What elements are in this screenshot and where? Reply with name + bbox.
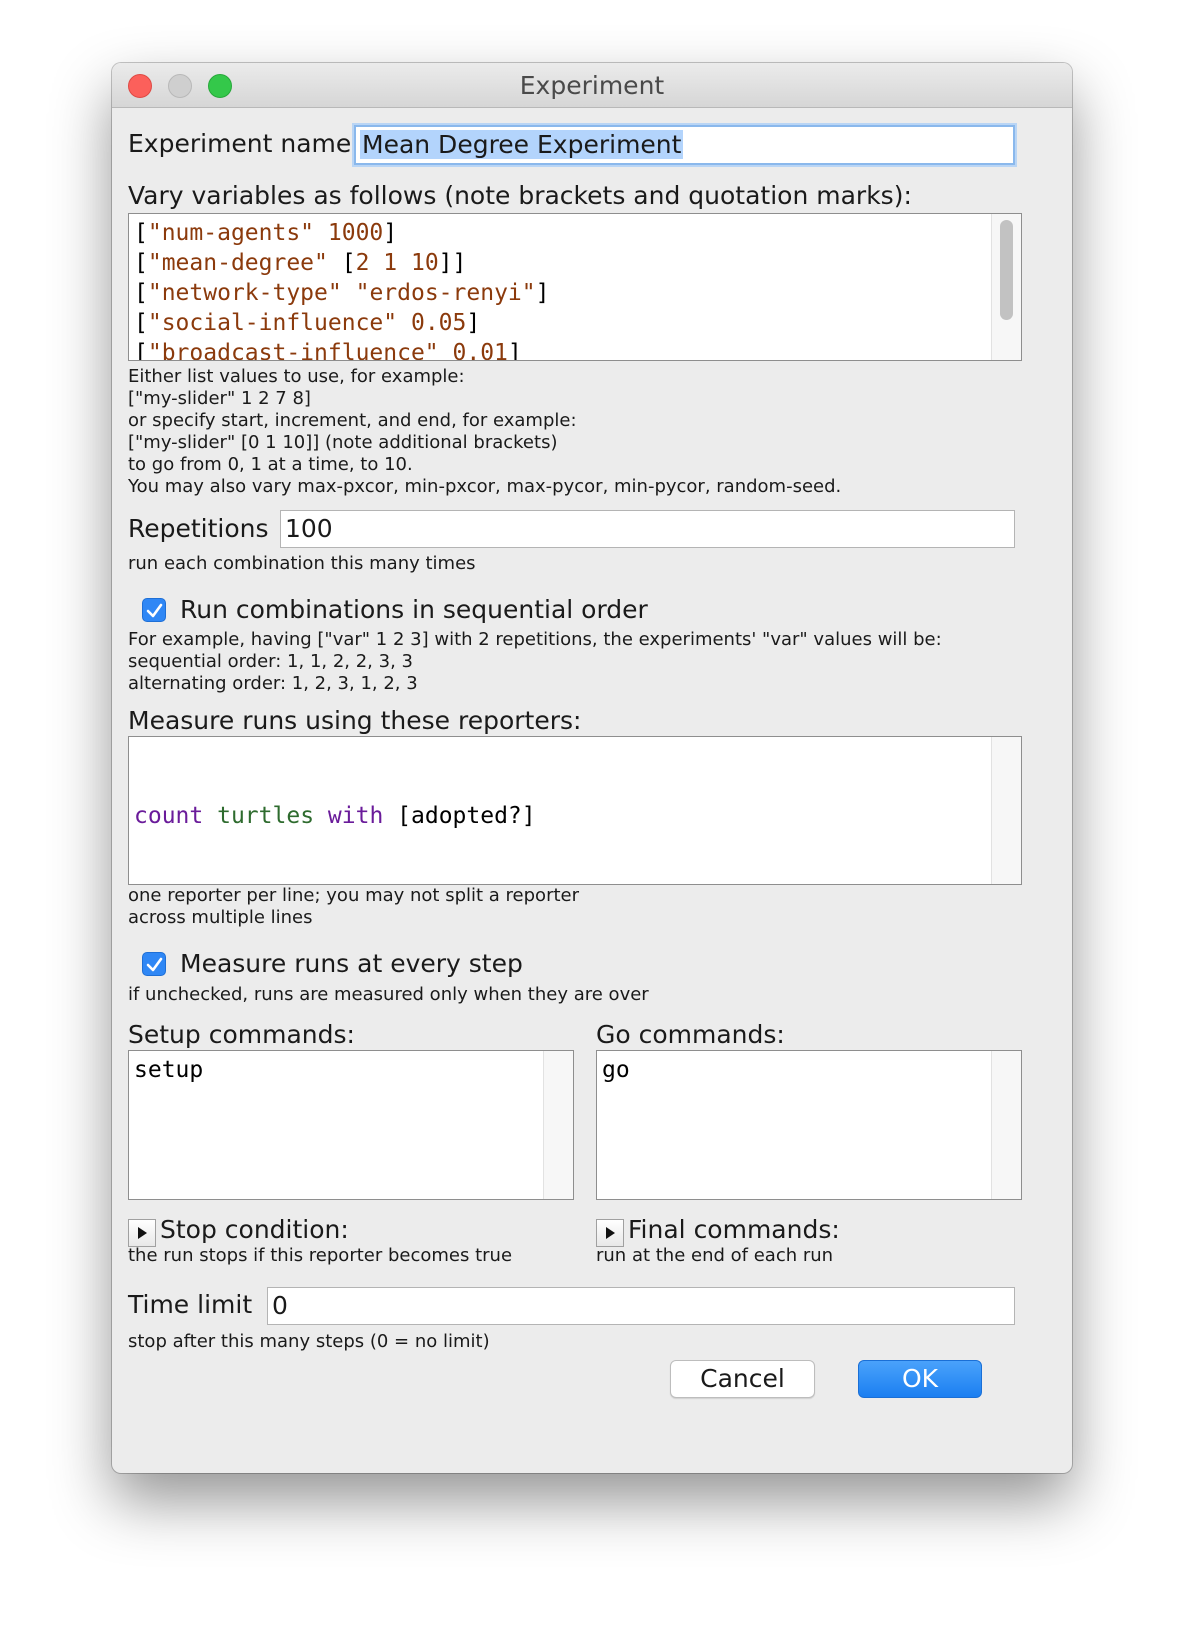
vary-variables-editor[interactable]: ["num-agents" 1000] ["mean-degree" [2 1 1… bbox=[128, 213, 1022, 361]
triangle-right-icon bbox=[138, 1227, 147, 1239]
reporters-help-line: across multiple lines bbox=[128, 907, 313, 928]
time-limit-label: Time limit bbox=[128, 1290, 253, 1319]
reporters-code: count turtles with [adopted?] bbox=[134, 803, 536, 829]
reporters-editor[interactable]: count turtles with [adopted?] bbox=[128, 736, 1022, 885]
experiment-name-value: Mean Degree Experiment bbox=[360, 130, 684, 159]
stop-condition-help: the run stops if this reporter becomes t… bbox=[128, 1245, 513, 1266]
vary-variables-line: ["network-type" "erdos-renyi"] bbox=[134, 280, 550, 306]
vary-variables-code: ["num-agents" 1000] ["mean-degree" [2 1 1… bbox=[134, 218, 550, 361]
vary-variables-line: ["broadcast-influence" 0.01] bbox=[134, 340, 522, 361]
sequential-help-line: For example, having ["var" 1 2 3] with 2… bbox=[128, 629, 942, 650]
checkmark-icon bbox=[146, 603, 163, 618]
repetitions-field[interactable]: 100 bbox=[280, 510, 1015, 548]
setup-commands-code: setup bbox=[134, 1057, 204, 1083]
final-commands-label[interactable]: Final commands: bbox=[628, 1215, 840, 1244]
go-commands-scrollbar[interactable] bbox=[991, 1051, 1021, 1199]
reporters-help: one reporter per line; you may not split… bbox=[128, 885, 579, 929]
repetitions-label: Repetitions bbox=[128, 514, 269, 543]
vary-variables-line: ["social-influence" 0.05] bbox=[134, 310, 481, 336]
sequential-order-checkbox[interactable] bbox=[142, 598, 166, 622]
vary-variables-line: ["mean-degree" [2 1 10]] bbox=[134, 250, 467, 276]
ok-button[interactable]: OK bbox=[858, 1360, 982, 1398]
checkmark-icon bbox=[146, 957, 163, 972]
triangle-right-icon bbox=[606, 1227, 615, 1239]
vary-help-line: ["my-slider" 1 2 7 8] bbox=[128, 388, 311, 409]
every-step-checkbox[interactable] bbox=[142, 952, 166, 976]
cancel-button[interactable]: Cancel bbox=[670, 1360, 815, 1398]
stop-condition-disclosure[interactable] bbox=[128, 1219, 156, 1247]
every-step-help: if unchecked, runs are measured only whe… bbox=[128, 984, 649, 1005]
experiment-name-field[interactable]: Mean Degree Experiment bbox=[354, 125, 1015, 165]
go-commands-editor[interactable]: go bbox=[596, 1050, 1022, 1200]
repetitions-help: run each combination this many times bbox=[128, 553, 476, 574]
setup-commands-scrollbar[interactable] bbox=[543, 1051, 573, 1199]
final-commands-disclosure[interactable] bbox=[596, 1219, 624, 1247]
time-limit-help: stop after this many steps (0 = no limit… bbox=[128, 1331, 490, 1352]
experiment-name-label: Experiment name bbox=[128, 129, 352, 158]
vary-variables-scroll-thumb[interactable] bbox=[1000, 220, 1013, 320]
every-step-label[interactable]: Measure runs at every step bbox=[180, 949, 523, 978]
vary-variables-help: Either list values to use, for example:[… bbox=[128, 366, 841, 498]
vary-help-line: ["my-slider" [0 1 10]] (note additional … bbox=[128, 432, 558, 453]
vary-help-line: Either list values to use, for example: bbox=[128, 366, 465, 387]
vary-help-line: to go from 0, 1 at a time, to 10. bbox=[128, 454, 413, 475]
setup-commands-editor[interactable]: setup bbox=[128, 1050, 574, 1200]
reporters-help-line: one reporter per line; you may not split… bbox=[128, 885, 580, 906]
repetitions-value: 100 bbox=[285, 514, 333, 543]
vary-variables-scrollbar[interactable] bbox=[991, 214, 1021, 360]
vary-variables-label: Vary variables as follows (note brackets… bbox=[128, 181, 912, 210]
vary-variables-line: ["num-agents" 1000] bbox=[134, 220, 398, 246]
title-bar[interactable]: Experiment bbox=[112, 63, 1072, 108]
go-commands-code: go bbox=[602, 1057, 630, 1083]
reporters-scrollbar[interactable] bbox=[991, 737, 1021, 884]
experiment-dialog: Experiment Experiment name Mean Degree E… bbox=[112, 63, 1072, 1473]
sequential-help-line: alternating order: 1, 2, 3, 1, 2, 3 bbox=[128, 673, 418, 694]
time-limit-field[interactable]: 0 bbox=[267, 1287, 1015, 1325]
reporters-label: Measure runs using these reporters: bbox=[128, 706, 582, 735]
sequential-order-help: For example, having ["var" 1 2 3] with 2… bbox=[128, 629, 942, 695]
vary-help-line: You may also vary max-pxcor, min-pxcor, … bbox=[128, 476, 842, 497]
stop-condition-label[interactable]: Stop condition: bbox=[160, 1215, 349, 1244]
vary-help-line: or specify start, increment, and end, fo… bbox=[128, 410, 577, 431]
window-title: Experiment bbox=[519, 71, 665, 100]
setup-commands-label: Setup commands: bbox=[128, 1020, 355, 1049]
sequential-order-label[interactable]: Run combinations in sequential order bbox=[180, 595, 648, 624]
sequential-help-line: sequential order: 1, 1, 2, 2, 3, 3 bbox=[128, 651, 413, 672]
go-commands-label: Go commands: bbox=[596, 1020, 785, 1049]
time-limit-value: 0 bbox=[272, 1291, 288, 1320]
final-commands-help: run at the end of each run bbox=[596, 1245, 834, 1266]
